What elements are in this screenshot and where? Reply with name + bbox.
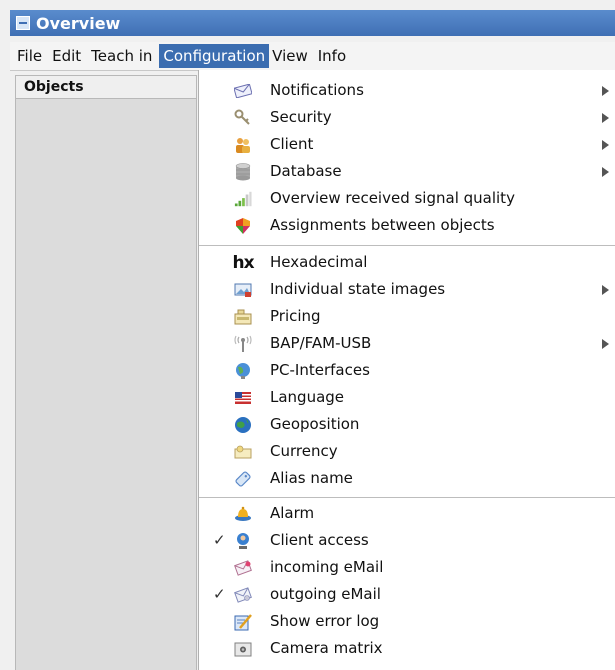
- checkmark-icon: ✓: [213, 531, 226, 549]
- menu-configuration[interactable]: Configuration: [159, 44, 270, 68]
- menu-separator: [199, 497, 615, 498]
- menu-item-outgoing-email[interactable]: ✓ outgoing eMail: [199, 581, 615, 608]
- submenu-arrow-icon: [602, 167, 609, 177]
- submenu-arrow-icon: [602, 285, 609, 295]
- alarm-bell-icon: [234, 505, 252, 523]
- checkmark-icon: ✓: [213, 585, 226, 603]
- menu-item-pc-interfaces[interactable]: PC-Interfaces: [199, 357, 615, 384]
- menu-item-label: Camera matrix: [270, 639, 383, 657]
- menu-info[interactable]: Info: [315, 44, 349, 68]
- users-icon: [234, 136, 252, 154]
- objects-panel-header: Objects: [16, 76, 196, 99]
- menu-item-client[interactable]: Client: [199, 131, 615, 158]
- menu-item-label: Hexadecimal: [270, 253, 368, 271]
- menu-item-language[interactable]: Language: [199, 384, 615, 411]
- menu-item-show-error-log[interactable]: Show error log: [199, 608, 615, 635]
- menu-item-label: Geoposition: [270, 415, 360, 433]
- image-icon: [234, 281, 252, 299]
- menu-item-bap-fam-usb[interactable]: BAP/FAM-USB: [199, 330, 615, 357]
- menu-item-label: Individual state images: [270, 280, 446, 298]
- menu-item-label: Alias name: [270, 469, 353, 487]
- submenu-arrow-icon: [602, 86, 609, 96]
- incoming-mail-icon: [234, 559, 252, 577]
- currency-note-icon: [234, 443, 252, 461]
- window-title: Overview: [36, 13, 121, 33]
- menu-teach-in[interactable]: Teach in: [88, 44, 155, 68]
- flag-icon: [234, 389, 252, 407]
- antenna-icon: [234, 335, 252, 353]
- menu-item-label: Currency: [270, 442, 338, 460]
- configuration-menu: Notifications Security Client Database O…: [198, 70, 615, 670]
- menu-file[interactable]: File: [14, 44, 45, 68]
- menu-item-label: incoming eMail: [270, 558, 384, 576]
- menu-edit[interactable]: Edit: [49, 44, 84, 68]
- menu-item-label: Overview received signal quality: [270, 189, 515, 207]
- menu-item-security[interactable]: Security: [199, 104, 615, 131]
- menu-item-alarm[interactable]: Alarm: [199, 500, 615, 527]
- menu-item-geoposition[interactable]: Geoposition: [199, 411, 615, 438]
- hx-icon: hx: [232, 253, 254, 273]
- menu-item-assignments[interactable]: Assignments between objects: [199, 212, 615, 239]
- menu-item-currency[interactable]: Currency: [199, 438, 615, 465]
- edit-log-icon: [234, 613, 252, 631]
- menu-item-label: Database: [270, 162, 342, 180]
- menu-item-state-images[interactable]: Individual state images: [199, 276, 615, 303]
- puzzle-icon: [234, 217, 252, 235]
- camera-icon: [234, 640, 252, 658]
- menu-item-hexadecimal[interactable]: hx Hexadecimal: [199, 249, 615, 276]
- menu-item-label: Client access: [270, 531, 369, 549]
- menu-view[interactable]: View: [269, 44, 311, 68]
- envelope-icon: [234, 82, 252, 100]
- price-tag-icon: [234, 308, 252, 326]
- submenu-arrow-icon: [602, 339, 609, 349]
- tag-icon: [234, 470, 252, 488]
- outgoing-mail-icon: [234, 586, 252, 604]
- menu-item-alias-name[interactable]: Alias name: [199, 465, 615, 492]
- menu-item-label: Pricing: [270, 307, 321, 325]
- database-icon: [234, 163, 252, 181]
- menu-bar: File Edit Teach in Configuration View In…: [10, 42, 615, 71]
- menu-separator: [199, 245, 615, 246]
- menu-item-label: BAP/FAM-USB: [270, 334, 372, 352]
- menu-item-label: Show error log: [270, 612, 380, 630]
- menu-item-pricing[interactable]: Pricing: [199, 303, 615, 330]
- menu-item-incoming-email[interactable]: incoming eMail: [199, 554, 615, 581]
- menu-item-label: Notifications: [270, 81, 364, 99]
- submenu-arrow-icon: [602, 140, 609, 150]
- objects-panel: Objects: [15, 75, 197, 670]
- menu-item-label: PC-Interfaces: [270, 361, 370, 379]
- menu-item-database[interactable]: Database: [199, 158, 615, 185]
- menu-item-label: Security: [270, 108, 332, 126]
- menu-item-client-access[interactable]: ✓ Client access: [199, 527, 615, 554]
- menu-item-signal-quality[interactable]: Overview received signal quality: [199, 185, 615, 212]
- menu-item-label: outgoing eMail: [270, 585, 381, 603]
- window-menu-icon[interactable]: [16, 16, 30, 30]
- menu-item-notifications[interactable]: Notifications: [199, 77, 615, 104]
- window-title-bar: Overview: [10, 10, 615, 36]
- menu-item-label: Client: [270, 135, 314, 153]
- hx-icon-text: hx: [232, 253, 254, 273]
- signal-bars-icon: [234, 190, 252, 208]
- menu-item-camera-matrix[interactable]: Camera matrix: [199, 635, 615, 662]
- globe-network-icon: [234, 362, 252, 380]
- globe-icon: [234, 416, 252, 434]
- client-access-icon: [234, 532, 252, 550]
- submenu-arrow-icon: [602, 113, 609, 123]
- keys-icon: [234, 109, 252, 127]
- menu-item-label: Alarm: [270, 504, 315, 522]
- menu-item-label: Assignments between objects: [270, 216, 495, 234]
- menu-item-label: Language: [270, 388, 345, 406]
